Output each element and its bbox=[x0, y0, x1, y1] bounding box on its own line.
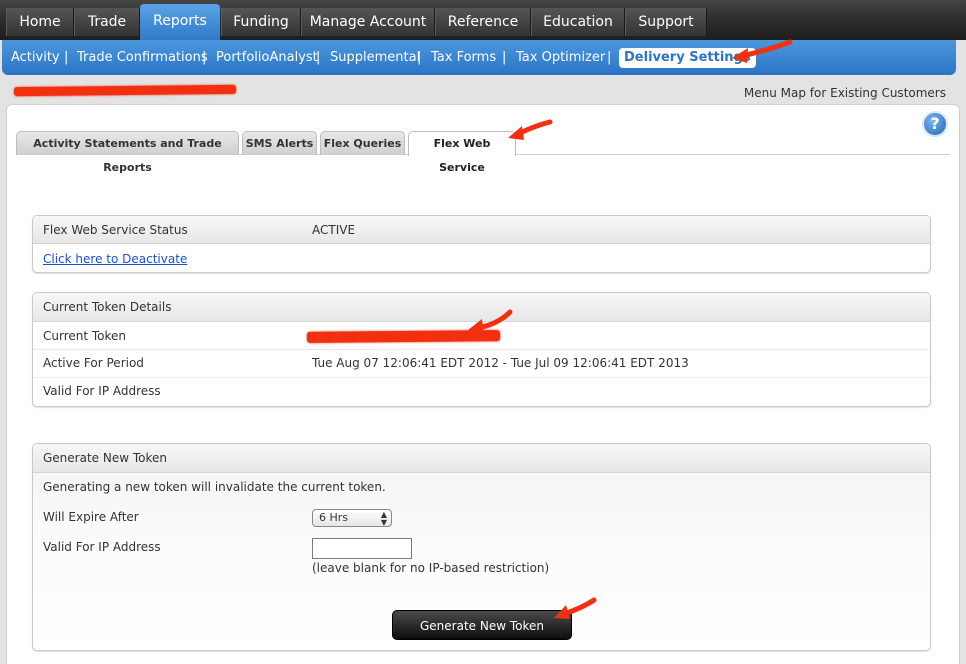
subnav-activity[interactable]: Activity bbox=[11, 50, 60, 66]
ip-hint: (leave blank for no IP-based restriction… bbox=[312, 561, 550, 575]
annotation-arrow-icon bbox=[468, 309, 513, 334]
subnav-separator: | bbox=[202, 50, 207, 65]
tab-flex-web-service[interactable]: Flex Web Service bbox=[408, 131, 516, 174]
current-token-title: Current Token Details bbox=[43, 300, 172, 314]
subnav-tax-forms[interactable]: Tax Forms bbox=[431, 50, 496, 66]
expire-select[interactable]: 6 Hrs ▲ ▼ bbox=[312, 509, 392, 527]
nav-funding[interactable]: Funding bbox=[221, 8, 301, 36]
active-period-label: Active For Period bbox=[43, 356, 144, 370]
subnav-tax-optimizer[interactable]: Tax Optimizer bbox=[516, 50, 605, 66]
ip-address-input[interactable] bbox=[312, 538, 412, 559]
current-token-label: Current Token bbox=[43, 329, 127, 343]
subnav-supplemental[interactable]: Supplemental bbox=[330, 50, 420, 66]
status-row: Flex Web Service Status ACTIVE bbox=[33, 216, 930, 244]
subnav-trade-confirmations[interactable]: Trade Confirmations bbox=[77, 50, 208, 66]
nav-education[interactable]: Education bbox=[531, 8, 625, 36]
annotation-arrow-icon bbox=[732, 39, 793, 63]
nav-reports[interactable]: Reports bbox=[140, 4, 220, 40]
subnav-separator: | bbox=[316, 50, 321, 65]
generate-new-token-button[interactable]: Generate New Token bbox=[392, 610, 572, 640]
redaction-mark bbox=[13, 84, 237, 97]
nav-support[interactable]: Support bbox=[625, 8, 707, 36]
report-tabs: Activity Statements and Trade Reports SM… bbox=[16, 131, 950, 174]
annotation-arrow-icon bbox=[508, 119, 553, 140]
generate-token-box: Generate New Token Generating a new toke… bbox=[32, 443, 931, 651]
tab-flex-queries[interactable]: Flex Queries bbox=[320, 131, 405, 155]
subnav-separator: | bbox=[502, 50, 507, 65]
status-value: ACTIVE bbox=[312, 223, 356, 237]
menu-map-link[interactable]: Menu Map for Existing Customers bbox=[744, 86, 946, 100]
tab-activity-statements[interactable]: Activity Statements and Trade Reports bbox=[16, 131, 239, 174]
select-arrows-icon: ▲ ▼ bbox=[380, 510, 387, 527]
generate-token-title: Generate New Token bbox=[43, 451, 167, 465]
subnav-separator: | bbox=[607, 50, 612, 65]
annotation-arrow-icon bbox=[554, 597, 597, 619]
new-token-ip-label: Valid For IP Address bbox=[43, 540, 161, 554]
deactivate-link[interactable]: Click here to Deactivate bbox=[43, 252, 187, 266]
subnav-portfolioanalyst[interactable]: PortfolioAnalyst bbox=[216, 50, 318, 66]
nav-manage-account[interactable]: Manage Account bbox=[301, 8, 435, 36]
status-label: Flex Web Service Status bbox=[43, 223, 188, 237]
status-box: Flex Web Service Status ACTIVE Click her… bbox=[32, 215, 931, 273]
active-period-value: Tue Aug 07 12:06:41 EDT 2012 - Tue Jul 0… bbox=[312, 356, 689, 370]
sub-nav: Activity | Trade Confirmations | Portfol… bbox=[2, 40, 956, 75]
tab-sms-alerts[interactable]: SMS Alerts bbox=[242, 131, 317, 155]
nav-trade[interactable]: Trade bbox=[74, 8, 140, 36]
subnav-separator: | bbox=[417, 50, 422, 65]
token-ip-label: Valid For IP Address bbox=[43, 384, 161, 398]
top-nav: Home Trade Reports Funding Manage Accoun… bbox=[0, 0, 966, 40]
expire-select-value: 6 Hrs bbox=[319, 511, 349, 524]
subnav-separator: | bbox=[64, 50, 69, 65]
nav-home[interactable]: Home bbox=[6, 8, 74, 36]
nav-reference[interactable]: Reference bbox=[435, 8, 531, 36]
expire-label: Will Expire After bbox=[43, 510, 139, 524]
generate-warning: Generating a new token will invalidate t… bbox=[43, 480, 386, 494]
